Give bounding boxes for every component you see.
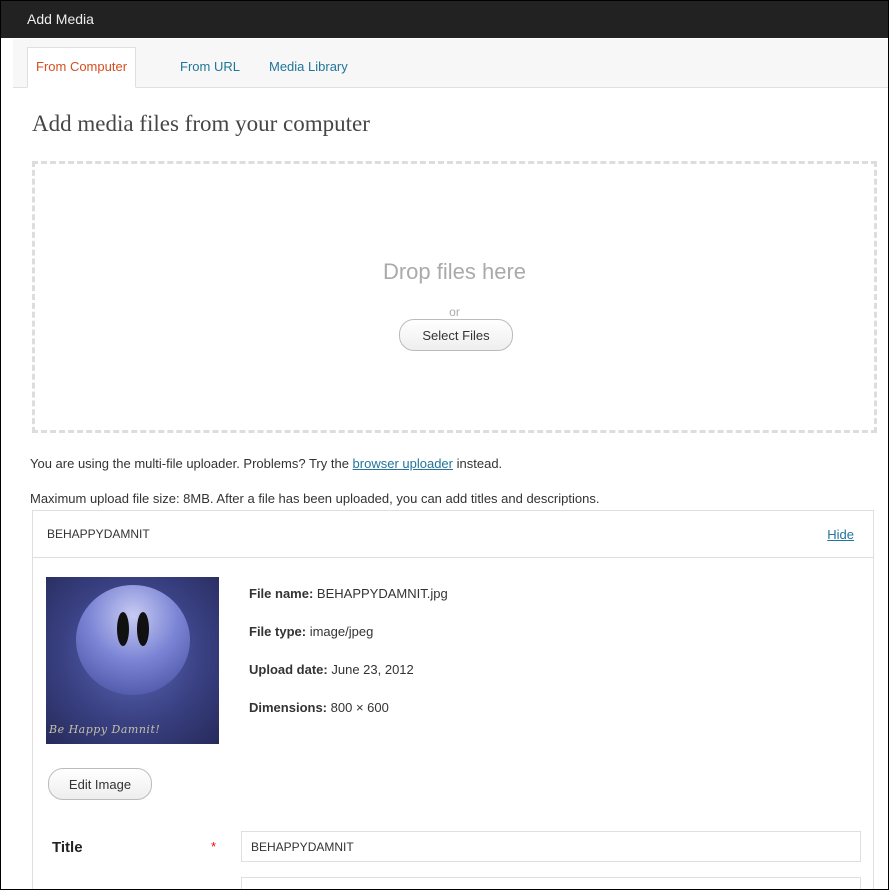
thumbnail-caption: Be Happy Damnit! (49, 723, 161, 736)
media-item-header: BEHAPPYDAMNIT Hide (33, 511, 873, 558)
page-title: Add media files from your computer (32, 111, 370, 136)
uploader-notice-suffix: instead. (456, 456, 503, 471)
media-item: BEHAPPYDAMNIT Hide Be Happy Damnit! File… (32, 510, 874, 889)
window-titlebar: Add Media (1, 1, 888, 38)
dimensions-value: 800 × 600 (330, 700, 389, 715)
hide-link[interactable]: Hide (827, 527, 854, 542)
file-type-row: File type: image/jpeg (249, 624, 373, 639)
tab-from-url[interactable]: From URL (180, 48, 240, 87)
upload-date-row: Upload date: June 23, 2012 (249, 662, 414, 677)
dimensions-row: Dimensions: 800 × 600 (249, 700, 389, 715)
drop-files-text: Drop files here (382, 259, 527, 284)
media-item-name: BEHAPPYDAMNIT (47, 527, 150, 541)
edit-image-button[interactable]: Edit Image (48, 768, 152, 800)
drop-zone[interactable]: Drop files here or Select Files (32, 161, 877, 433)
file-type-value: image/jpeg (309, 624, 374, 639)
select-files-button[interactable]: Select Files (399, 319, 513, 351)
dimensions-label: Dimensions: (249, 700, 328, 715)
uploader-notice-prefix: You are using the multi-file uploader. P… (30, 456, 349, 471)
browser-uploader-link[interactable]: browser uploader (353, 456, 453, 471)
media-thumbnail: Be Happy Damnit! (46, 577, 219, 744)
file-name-value: BEHAPPYDAMNIT.jpg (316, 586, 448, 601)
window-title: Add Media (27, 11, 94, 27)
add-media-window: Add Media From Computer From URL Media L… (0, 0, 889, 890)
file-name-label: File name: (249, 586, 314, 601)
smiley-face-image (76, 585, 190, 695)
or-text: or (449, 305, 460, 319)
uploader-notice: You are using the multi-file uploader. P… (30, 456, 502, 471)
title-input[interactable] (241, 831, 861, 862)
next-field-input[interactable] (241, 877, 861, 889)
upload-date-value: June 23, 2012 (331, 662, 414, 677)
tab-media-library[interactable]: Media Library (269, 48, 348, 87)
file-name-row: File name: BEHAPPYDAMNIT.jpg (249, 586, 448, 601)
upload-date-label: Upload date: (249, 662, 328, 677)
right-eye (137, 612, 149, 646)
media-tabs: From Computer From URL Media Library (13, 39, 888, 88)
tab-from-computer[interactable]: From Computer (27, 47, 137, 88)
file-type-label: File type: (249, 624, 307, 639)
title-label: Title (52, 839, 83, 856)
required-marker: * (211, 839, 217, 854)
max-upload-text: Maximum upload file size: 8MB. After a f… (30, 491, 600, 506)
left-eye (117, 612, 129, 646)
